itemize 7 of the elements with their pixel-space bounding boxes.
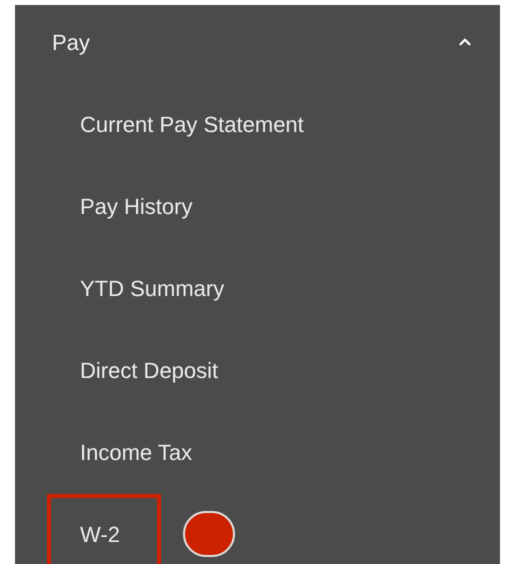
- menu-item[interactable]: Pay History: [47, 166, 234, 246]
- menu-item[interactable]: Current Pay Statement: [47, 84, 345, 164]
- menu-item[interactable]: Income Tax: [47, 412, 234, 492]
- menu-item[interactable]: W-2: [47, 494, 161, 564]
- menu-item[interactable]: Direct Deposit: [47, 330, 260, 410]
- menu-item[interactable]: YTD Summary: [47, 248, 266, 328]
- menu-title[interactable]: Pay: [52, 26, 90, 58]
